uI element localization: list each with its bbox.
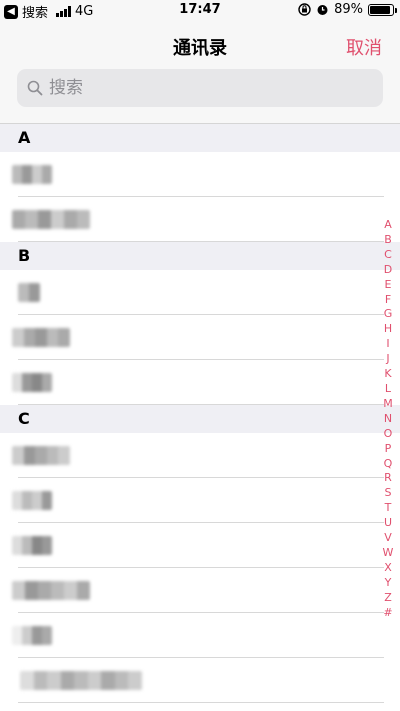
contact-name-redacted — [12, 210, 90, 229]
index-letter-g[interactable]: G — [384, 307, 393, 322]
contact-row[interactable] — [0, 568, 400, 613]
index-letter-n[interactable]: N — [384, 412, 392, 427]
index-letter-j[interactable]: J — [386, 352, 389, 367]
index-letter-r[interactable]: R — [384, 471, 392, 486]
section-header-a: A — [0, 124, 400, 152]
index-letter-k[interactable]: K — [384, 367, 391, 382]
contact-name-redacted — [12, 581, 90, 600]
contact-name-redacted — [12, 491, 52, 510]
index-letter-w[interactable]: W — [383, 546, 394, 561]
contact-row[interactable] — [0, 360, 400, 405]
alphabet-index[interactable]: A B C D E F G H I J K L M N O P Q R S T U V W X Y Z # — [379, 218, 397, 620]
index-letter-l[interactable]: L — [385, 382, 391, 397]
contact-name-redacted — [12, 165, 52, 184]
navigation-bar: 通讯录 取消 — [0, 22, 400, 66]
contact-row[interactable] — [0, 270, 400, 315]
contact-name-redacted — [12, 536, 52, 555]
index-letter-m[interactable]: M — [383, 397, 393, 412]
index-letter-o[interactable]: O — [384, 427, 393, 442]
status-right: 89% — [298, 2, 397, 17]
contact-name-redacted — [12, 373, 52, 392]
contact-row[interactable] — [0, 658, 400, 703]
cancel-button[interactable]: 取消 — [346, 34, 382, 60]
section-header-c: C — [0, 405, 400, 433]
contact-row[interactable] — [0, 433, 400, 478]
index-letter-s[interactable]: S — [385, 486, 392, 501]
index-letter-i[interactable]: I — [386, 337, 389, 352]
index-letter-a[interactable]: A — [384, 218, 392, 233]
contact-list[interactable]: ABC — [0, 124, 400, 711]
index-letter-x[interactable]: X — [384, 561, 392, 576]
battery-label: 89% — [334, 2, 363, 17]
section-header-b: B — [0, 242, 400, 270]
page-title: 通讯录 — [173, 38, 227, 59]
index-letter-z[interactable]: Z — [384, 591, 392, 606]
index-letter-d[interactable]: D — [384, 263, 392, 278]
contact-name-redacted — [12, 328, 70, 347]
search-input[interactable] — [49, 78, 369, 98]
battery-icon — [368, 3, 397, 16]
contact-name-redacted — [18, 283, 40, 302]
index-letter-v[interactable]: V — [384, 531, 392, 546]
search-bar[interactable] — [17, 69, 383, 107]
index-letter-t[interactable]: T — [385, 501, 392, 516]
index-letter-u[interactable]: U — [384, 516, 392, 531]
contact-name-redacted — [12, 626, 52, 645]
contact-row[interactable] — [0, 197, 400, 242]
alarm-icon — [317, 5, 328, 15]
contact-name-redacted — [12, 446, 70, 465]
contact-row[interactable] — [0, 613, 400, 658]
rotation-lock-icon — [298, 3, 311, 16]
index-letter-e[interactable]: E — [385, 278, 392, 293]
contact-row[interactable] — [0, 523, 400, 568]
battery-fill — [370, 5, 390, 14]
index-letter-hash[interactable]: # — [383, 606, 392, 621]
index-letter-h[interactable]: H — [384, 322, 392, 337]
index-letter-f[interactable]: F — [385, 293, 391, 308]
index-letter-b[interactable]: B — [384, 233, 392, 248]
index-letter-p[interactable]: P — [385, 442, 392, 457]
contact-row[interactable] — [0, 478, 400, 523]
index-letter-y[interactable]: Y — [385, 576, 392, 591]
status-bar: ◀ 搜索 4G 17:47 89% — [0, 0, 400, 22]
contact-row[interactable] — [0, 152, 400, 197]
index-letter-q[interactable]: Q — [384, 457, 393, 472]
contact-name-redacted — [20, 671, 142, 690]
index-letter-c[interactable]: C — [384, 248, 392, 263]
contact-row[interactable] — [0, 315, 400, 360]
search-icon — [27, 80, 43, 96]
